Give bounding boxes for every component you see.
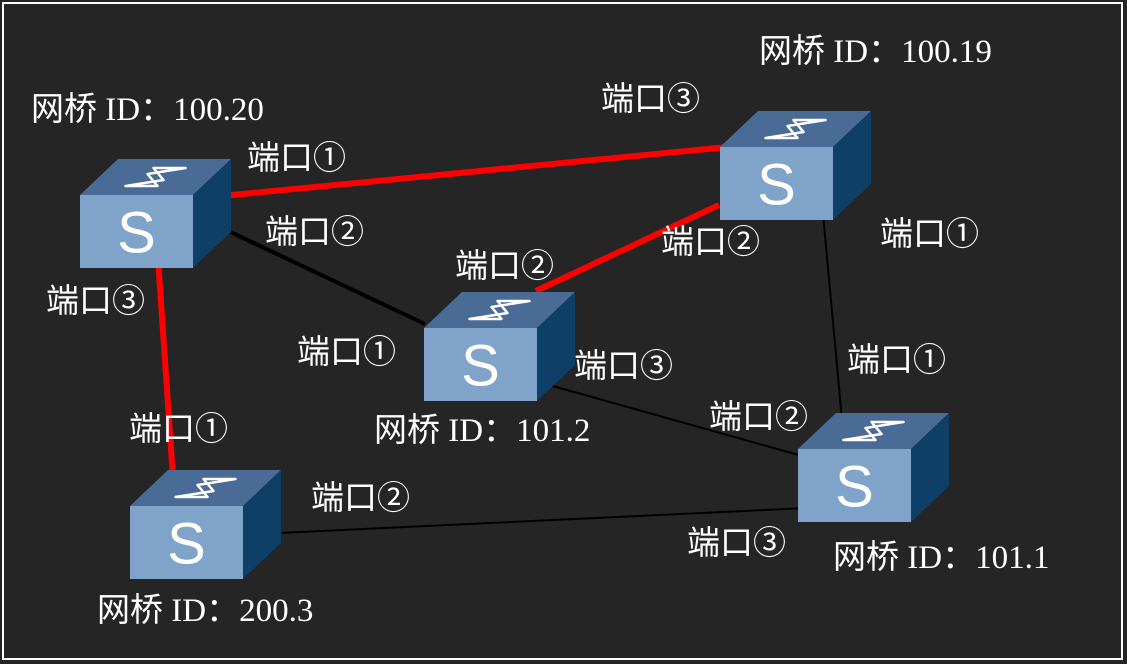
bridge-e-id-label: 网桥 ID：101.1 [833, 540, 1050, 576]
bridge-c-letter: S [461, 334, 500, 399]
bridge-c-id-label: 网桥 ID：101.2 [374, 413, 591, 449]
port-c3-label: 端口③ [574, 349, 673, 385]
port-b3-label: 端口③ [601, 82, 700, 118]
port-c2-label: 端口② [455, 249, 554, 285]
port-e2-label: 端口② [709, 400, 808, 436]
port-b1-label: 端口① [880, 217, 979, 253]
bridge-d-letter: S [167, 512, 206, 577]
bridge-c-switch-icon: S [424, 292, 575, 401]
bridge-a-letter: S [117, 201, 156, 266]
bridge-b-letter: S [757, 153, 796, 218]
port-d1-label: 端口① [129, 412, 228, 448]
bridge-d-switch-icon: S [130, 470, 281, 579]
bridge-a-switch-icon: S [80, 159, 231, 268]
bridge-d-id-label: 网桥 ID：200.3 [97, 593, 314, 629]
port-a3-label: 端口③ [46, 284, 145, 320]
bridge-b-switch-icon: S [720, 111, 871, 220]
port-e3-label: 端口③ [687, 526, 786, 562]
port-a2-label: 端口② [265, 215, 364, 251]
port-a1-label: 端口① [247, 141, 346, 177]
bridge-e-switch-icon: S [798, 413, 949, 522]
port-c1-label: 端口① [297, 335, 396, 371]
port-d2-label: 端口② [311, 481, 410, 517]
bridge-a-id-label: 网桥 ID：100.20 [31, 92, 264, 128]
port-b2-label: 端口② [661, 225, 760, 261]
bridge-b-id-label: 网桥 ID：100.19 [759, 34, 992, 70]
port-e1-label: 端口① [847, 343, 946, 379]
bridge-e-letter: S [835, 455, 874, 520]
stp-topology-diagram: S S S S S 网桥 ID：100.20 网桥 ID：100.19 网桥 ID：10… [0, 0, 1127, 664]
